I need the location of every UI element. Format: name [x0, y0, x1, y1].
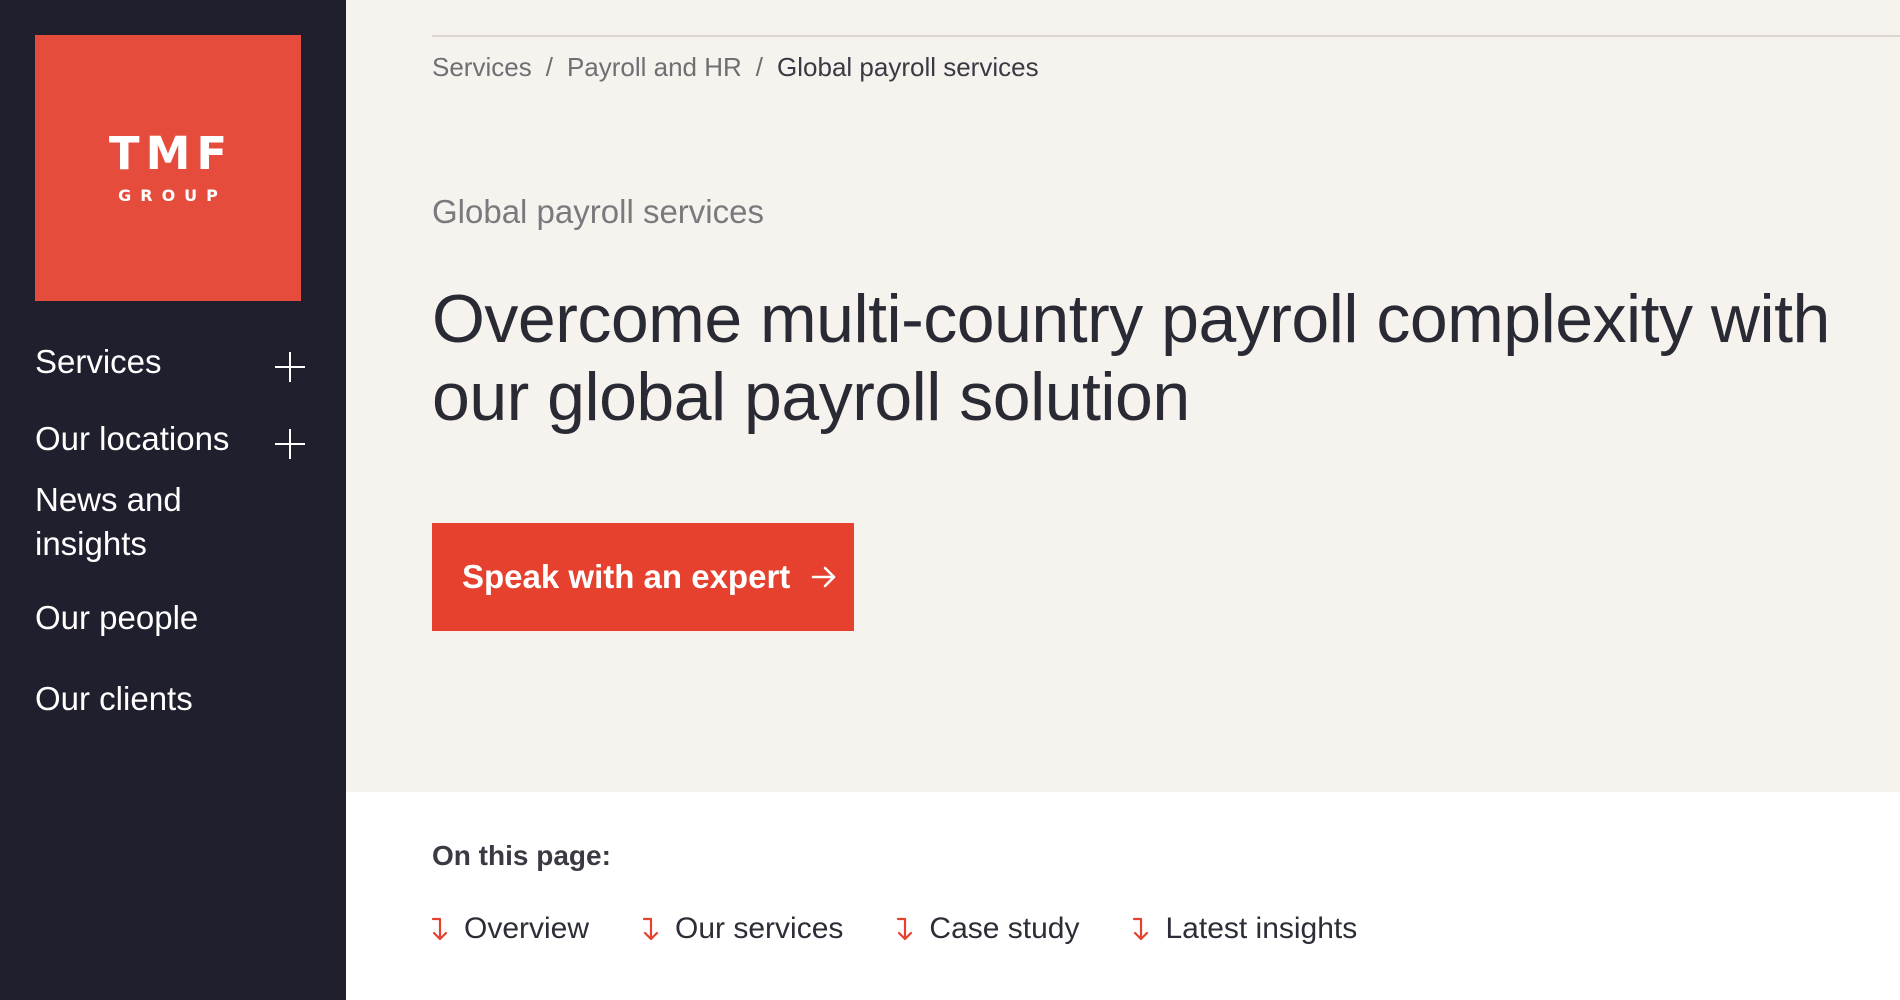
plus-icon[interactable]	[275, 352, 305, 382]
main-content: Services / Payroll and HR / Global payroll s…	[346, 0, 1900, 1000]
nav-item-our-clients[interactable]: Our clients	[35, 677, 305, 721]
arrow-down-icon	[897, 917, 913, 941]
page-eyebrow: Global payroll services	[432, 193, 764, 230]
breadcrumb-separator: /	[545, 52, 553, 82]
anchor-link-overview[interactable]: Overview	[430, 912, 589, 946]
logo-sub-text: GROUP	[118, 186, 227, 205]
on-this-page-label: On this page:	[432, 840, 611, 871]
hero-section: Services / Payroll and HR / Global payroll s…	[346, 0, 1900, 792]
breadcrumb-separator: /	[755, 52, 764, 82]
on-this-page-section: On this page: Overview Our services Case…	[346, 792, 1900, 1000]
arrow-down-icon	[431, 917, 448, 941]
tmf-group-logo[interactable]: TMF GROUP	[35, 35, 301, 301]
anchor-link-latest-insights[interactable]: Latest insights	[1131, 912, 1357, 946]
arrow-right-icon	[811, 566, 836, 588]
breadcrumb-link-payroll-and-hr[interactable]: Payroll and HR	[567, 52, 742, 82]
anchor-links: Overview Our services Case study Latest …	[430, 912, 1409, 946]
sidebar: TMF GROUP Services Our locations News an…	[0, 0, 346, 1000]
plus-icon[interactable]	[275, 429, 305, 459]
arrow-down-icon	[642, 917, 659, 941]
nav-item-label: Services	[35, 343, 162, 380]
breadcrumb-link-services[interactable]: Services	[432, 52, 532, 82]
speak-with-expert-button[interactable]: Speak with an expert	[432, 523, 854, 631]
nav-item-our-people[interactable]: Our people	[35, 596, 305, 640]
divider	[432, 35, 1900, 37]
anchor-link-case-study[interactable]: Case study	[895, 912, 1079, 946]
breadcrumb: Services / Payroll and HR / Global payroll s…	[432, 52, 1039, 83]
nav-item-label: Our people	[35, 599, 199, 636]
nav-item-our-locations[interactable]: Our locations	[35, 417, 305, 461]
anchor-label: Overview	[464, 912, 590, 945]
cta-label: Speak with an expert	[462, 558, 791, 595]
anchor-label: Latest insights	[1165, 912, 1358, 945]
nav-item-services[interactable]: Services	[35, 340, 305, 384]
nav-item-label: Our clients	[35, 680, 193, 717]
nav-item-label: Our locations	[35, 420, 230, 457]
page-title: Overcome multi-country payroll complexit…	[432, 281, 1830, 435]
anchor-link-our-services[interactable]: Our services	[641, 912, 843, 946]
nav-item-label: News and insights	[35, 481, 182, 562]
anchor-label: Case study	[929, 912, 1080, 945]
arrow-down-icon	[1133, 917, 1149, 941]
anchor-label: Our services	[675, 912, 844, 945]
main-nav: Services Our locations News and insights…	[35, 340, 305, 721]
nav-item-news-and-insights[interactable]: News and insights	[35, 478, 255, 566]
breadcrumb-current: Global payroll services	[777, 52, 1039, 82]
logo-main-text: TMF	[108, 127, 234, 180]
